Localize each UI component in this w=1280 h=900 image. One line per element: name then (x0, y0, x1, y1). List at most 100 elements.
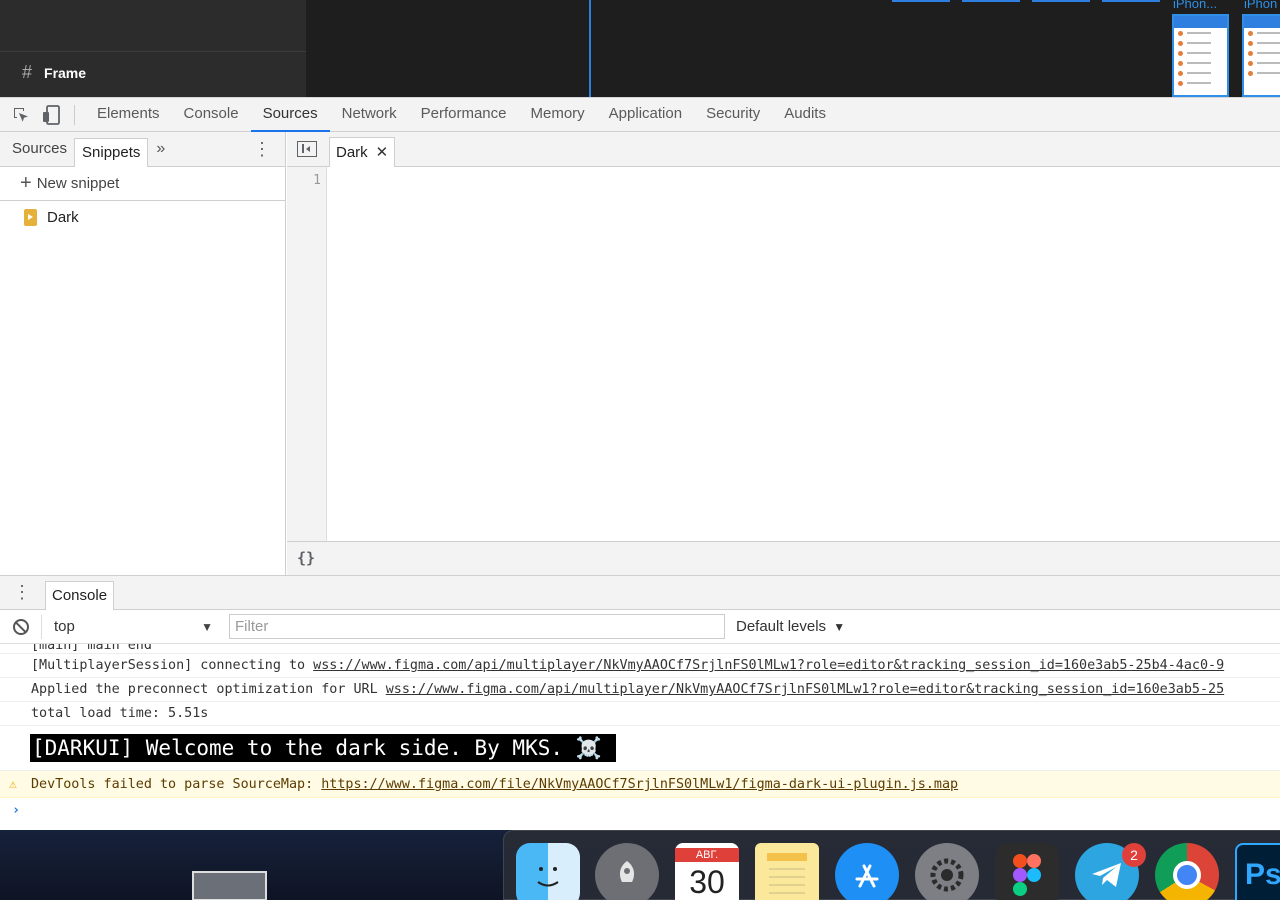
phone-frame-label[interactable]: iPhon (1244, 0, 1277, 11)
desktop-file-thumbnail[interactable] (192, 871, 267, 900)
navigator-tabbar: Sources Snippets » ⋮ (0, 132, 285, 167)
console-prompt[interactable]: › (0, 798, 1280, 824)
finder-icon[interactable] (516, 843, 580, 900)
darkui-banner: [DARKUI] Welcome to the dark side. By MK… (30, 734, 616, 762)
inspect-element-icon[interactable] (10, 104, 32, 126)
photoshop-icon[interactable]: Ps (1235, 843, 1280, 900)
editor-status-bar: {} (287, 541, 1280, 575)
close-icon[interactable]: ✕ (376, 143, 389, 161)
calendar-icon[interactable]: АВГ. 30 (675, 843, 739, 900)
drawer-tabbar: ⋮ Console (0, 576, 1280, 610)
launchpad-icon[interactable] (595, 843, 659, 900)
selection-edge (1032, 0, 1090, 2)
tab-sources[interactable]: Sources (250, 97, 330, 132)
pretty-print-button[interactable]: {} (297, 549, 315, 567)
sources-navigator: Sources Snippets » ⋮ + New snippet Dark (0, 132, 286, 575)
frame-icon: # (22, 62, 33, 82)
filter-input[interactable]: Filter (229, 614, 725, 639)
warning-link[interactable]: https://www.figma.com/file/NkVmyAAOCf7Sr… (321, 777, 958, 792)
console-message-link[interactable]: wss://www.figma.com/api/multiplayer/NkVm… (313, 658, 1224, 673)
figma-icon[interactable] (995, 843, 1059, 900)
chrome-icon[interactable] (1155, 843, 1219, 900)
tab-audits[interactable]: Audits (772, 97, 838, 132)
tab-memory[interactable]: Memory (519, 97, 597, 132)
line-number: 1 (313, 173, 321, 188)
tab-network[interactable]: Network (330, 97, 409, 132)
toolbar-divider (74, 104, 75, 125)
figma-layers-panel: # Frame (0, 0, 306, 97)
editor-tabbar: Dark ✕ (287, 132, 1280, 167)
warning-text: DevTools failed to parse SourceMap: (31, 777, 322, 792)
snippet-file-name: Dark (47, 208, 79, 226)
devtools-window: Elements Console Sources Network Perform… (0, 97, 1280, 830)
frame-label: Frame (44, 64, 87, 81)
tab-navigator-sources[interactable]: Sources (5, 135, 74, 163)
console-message-text: [MultiplayerSession] connecting to (31, 658, 314, 673)
toggle-navigator-icon[interactable] (297, 141, 317, 157)
phone-frame-thumbnail[interactable] (1172, 14, 1229, 97)
console-toolbar: top ▼ Filter Default levels ▼ (0, 610, 1280, 644)
console-messages: [main] main end [MultiplayerSession] con… (0, 644, 1280, 824)
more-options-icon[interactable]: ⋮ (253, 140, 271, 158)
selection-edge (892, 0, 950, 2)
console-message: total load time: 5.51s (0, 702, 1280, 726)
selection-edge (1102, 0, 1160, 2)
macos-dock: АВГ. 30 2 Ps (503, 830, 1280, 900)
tab-security[interactable]: Security (694, 97, 772, 132)
divider (0, 51, 306, 52)
line-number-gutter: 1 (287, 167, 327, 541)
canvas-guide-line (589, 0, 591, 97)
photoshop-label: Ps (1245, 858, 1280, 891)
tab-navigator-snippets[interactable]: Snippets (74, 137, 149, 167)
context-selector[interactable]: top ▼ (41, 614, 221, 639)
code-editor: Dark ✕ 1 {} (287, 132, 1280, 575)
notification-badge: 2 (1122, 843, 1146, 867)
warning-icon: ⚠ (9, 777, 17, 792)
phone-frame-label[interactable]: iPhon... (1173, 0, 1217, 11)
notes-icon[interactable] (755, 843, 819, 900)
console-message: [main] main end (0, 644, 1280, 654)
app-store-icon[interactable] (835, 843, 899, 900)
context-value: top (54, 618, 75, 635)
console-message-link[interactable]: wss://www.figma.com/api/multiplayer/NkVm… (386, 682, 1224, 697)
clear-console-icon[interactable] (13, 618, 29, 635)
tab-elements[interactable]: Elements (85, 97, 172, 132)
dropdown-arrow-icon: ▼ (201, 619, 213, 634)
console-message: Applied the preconnect optimization for … (0, 678, 1280, 702)
console-message-text: [main] main end (31, 644, 152, 653)
tab-performance[interactable]: Performance (409, 97, 519, 132)
snippet-file-icon (24, 208, 37, 226)
console-drawer: ⋮ Console top ▼ Filter Default levels ▼ (0, 575, 1280, 830)
plus-icon: + (20, 172, 32, 194)
drawer-menu-icon[interactable]: ⋮ (13, 582, 31, 603)
tab-console[interactable]: Console (172, 97, 251, 132)
tab-application[interactable]: Application (597, 97, 694, 132)
styled-console-message: [DARKUI] Welcome to the dark side. By MK… (0, 726, 1280, 771)
chrome-center-icon (1173, 861, 1201, 889)
system-preferences-icon[interactable] (915, 843, 979, 900)
phone-frame-thumbnail[interactable] (1242, 14, 1280, 97)
selection-edge (962, 0, 1020, 2)
device-toolbar-icon[interactable] (40, 104, 62, 126)
editor-tab-dark[interactable]: Dark ✕ (329, 136, 396, 167)
tab-drawer-console[interactable]: Console (45, 580, 115, 610)
calendar-month: АВГ. (675, 848, 739, 862)
frame-tool[interactable]: # Frame (22, 62, 86, 83)
console-message-text: total load time: 5.51s (31, 706, 209, 721)
desktop-background: АВГ. 30 2 Ps (0, 830, 1280, 900)
filter-placeholder: Filter (235, 618, 269, 635)
devtools-main-tabbar: Elements Console Sources Network Perform… (0, 97, 1280, 132)
figma-canvas-strip: # Frame iPhon... iPhon (0, 0, 1280, 97)
prompt-chevron-icon: › (12, 803, 21, 818)
snippet-file-item[interactable]: Dark (0, 201, 285, 233)
console-warning: ⚠ DevTools failed to parse SourceMap: ht… (0, 771, 1280, 798)
console-message-text: Applied the preconnect optimization for … (31, 682, 386, 697)
dropdown-arrow-icon: ▼ (833, 620, 846, 634)
new-snippet-button[interactable]: + New snippet (0, 167, 285, 201)
console-message: [MultiplayerSession] connecting to wss:/… (0, 654, 1280, 678)
calendar-day: 30 (689, 864, 725, 900)
new-snippet-label: New snippet (36, 175, 120, 192)
log-levels-label: Default levels (736, 618, 827, 635)
log-levels-dropdown[interactable]: Default levels ▼ (736, 618, 845, 635)
more-tabs-chevron-icon[interactable]: » (156, 140, 165, 158)
